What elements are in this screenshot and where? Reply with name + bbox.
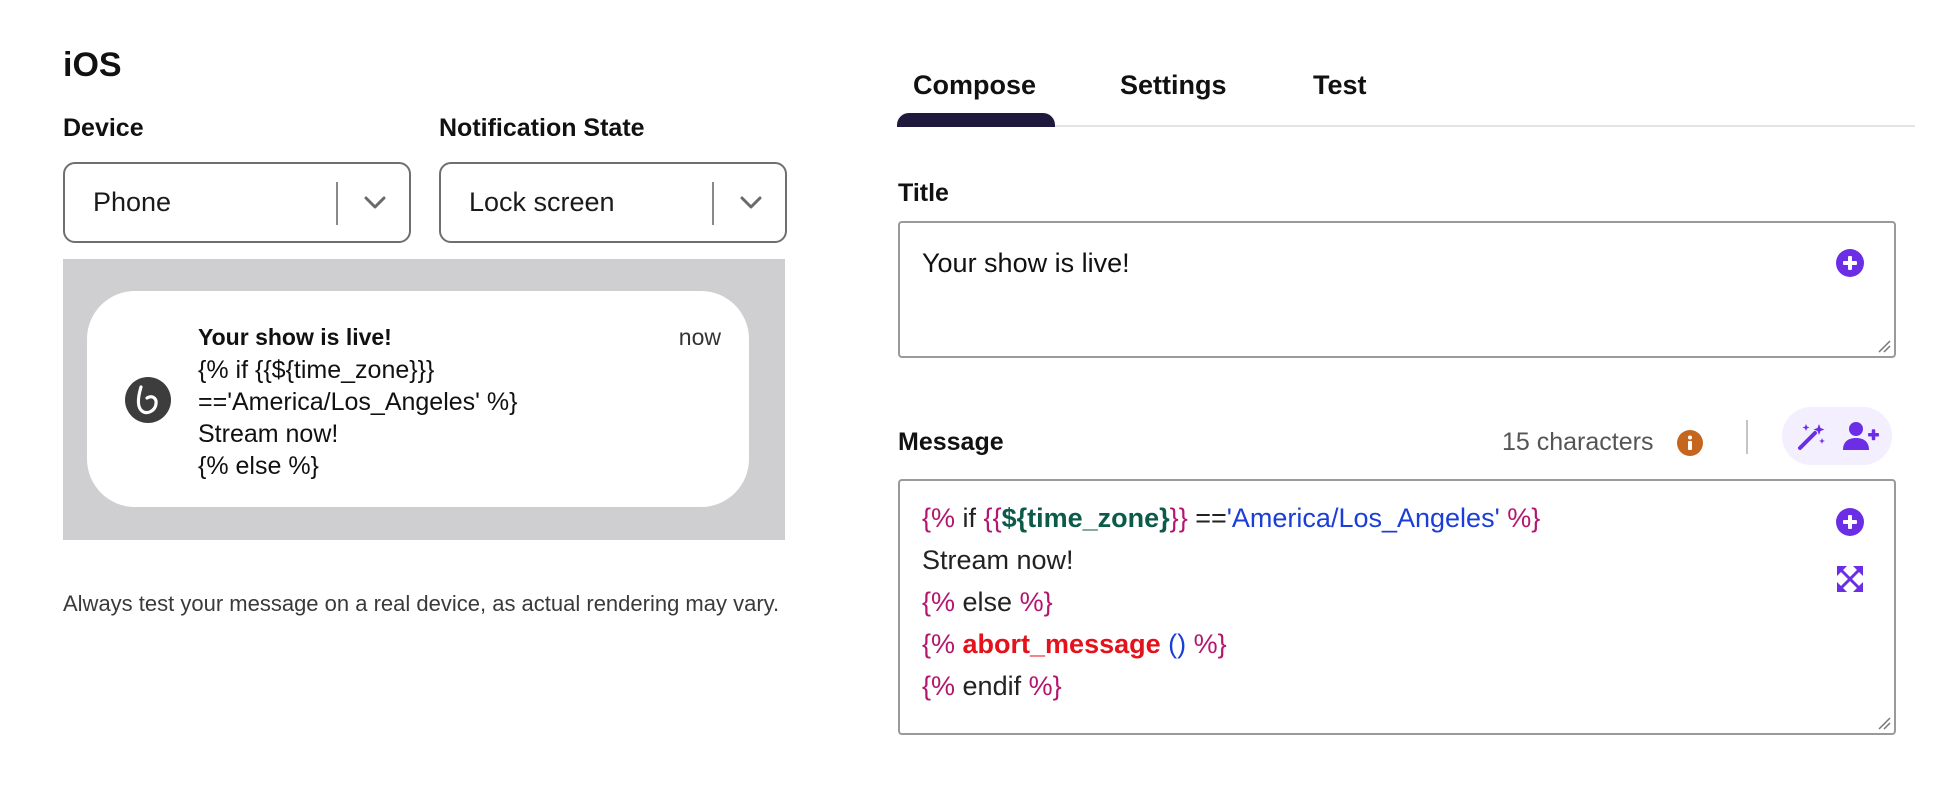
tab-settings[interactable]: Settings	[1120, 70, 1227, 101]
message-code-line: Stream now!	[922, 545, 1074, 576]
resize-handle-icon[interactable]	[1877, 716, 1891, 730]
app-logo-icon	[125, 377, 171, 423]
code-token-liquid: {%	[922, 671, 956, 701]
code-token-string: 'America/Los_Angeles'	[1226, 503, 1500, 533]
select-divider	[336, 182, 338, 225]
chevron-down-icon[interactable]	[738, 191, 764, 213]
tab-test[interactable]: Test	[1313, 70, 1367, 101]
code-token-liquid: %}	[1499, 503, 1541, 533]
device-select-value: Phone	[93, 187, 172, 217]
notification-state-select[interactable]: Lock screen	[439, 162, 787, 243]
notification-body-line: {% if {{${time_zone}}}	[198, 356, 435, 384]
preview-disclaimer: Always test your message on a real devic…	[63, 591, 780, 616]
notification-body: {% if {{${time_zone}}} =='America/Los_An…	[198, 354, 517, 482]
message-code-line: {% if {{${time_zone}}} =='America/Los_An…	[922, 503, 1540, 534]
code-token-plain: Stream now!	[922, 545, 1074, 575]
code-token-liquid: }}	[1169, 503, 1188, 533]
code-token-liquid: {%	[922, 587, 956, 617]
notification-card: Your show is live! now {% if {{${time_zo…	[87, 291, 749, 507]
message-input[interactable]: {% if {{${time_zone}}} =='America/Los_An…	[898, 479, 1896, 735]
code-token-liquid: %}	[1019, 587, 1053, 617]
device-label: Device	[63, 114, 144, 142]
code-token-attr: ${time_zone}	[1001, 503, 1170, 533]
message-tools-group	[1782, 407, 1892, 465]
plus-circle-icon[interactable]	[1835, 248, 1865, 278]
code-token-liquid: {{	[983, 503, 1002, 533]
code-token-plain: else	[955, 587, 1020, 617]
notification-time: now	[678, 324, 721, 350]
active-tab-indicator	[897, 113, 1055, 127]
character-count: 15 characters	[1502, 428, 1654, 456]
tab-compose[interactable]: Compose	[913, 70, 1036, 101]
notification-title: Your show is live!	[198, 324, 392, 350]
notification-state-select-value: Lock screen	[469, 187, 615, 217]
notification-body-line: =='America/Los_Angeles' %}	[198, 388, 518, 416]
code-token-plain: ==	[1187, 503, 1227, 533]
code-token-liquid: {%	[922, 629, 963, 659]
message-code-line: {% endif %}	[922, 671, 1062, 702]
plus-circle-icon[interactable]	[1835, 507, 1865, 537]
toolbar-separator	[1746, 420, 1748, 454]
title-label: Title	[898, 179, 949, 207]
code-token-abort: abort_message	[962, 629, 1161, 659]
code-token-liquid: {%	[922, 503, 956, 533]
select-divider	[712, 182, 714, 225]
code-token-paren: ()	[1160, 629, 1187, 659]
message-code-line: {% abort_message () %}	[922, 629, 1227, 660]
notification-state-label: Notification State	[439, 114, 645, 142]
message-label: Message	[898, 428, 1004, 456]
code-token-liquid: %}	[1028, 671, 1062, 701]
add-person-icon[interactable]	[1842, 420, 1880, 452]
info-icon[interactable]	[1677, 430, 1703, 456]
expand-icon[interactable]	[1835, 564, 1865, 594]
chevron-down-icon[interactable]	[362, 191, 388, 213]
magic-wand-icon[interactable]	[1795, 421, 1827, 453]
code-token-plain: if	[955, 503, 984, 533]
title-input-value: Your show is live!	[922, 248, 1130, 278]
code-token-liquid: %}	[1186, 629, 1227, 659]
notification-preview-area: Your show is live! now {% if {{${time_zo…	[63, 259, 785, 540]
title-input[interactable]: Your show is live!	[898, 221, 1896, 358]
code-token-plain: endif	[955, 671, 1029, 701]
resize-handle-icon[interactable]	[1877, 339, 1891, 353]
notification-body-line: Stream now!	[198, 420, 339, 448]
notification-body-line: {% else %}	[198, 452, 319, 480]
platform-heading: iOS	[63, 46, 122, 84]
message-code-line: {% else %}	[922, 587, 1053, 618]
device-select[interactable]: Phone	[63, 162, 411, 243]
